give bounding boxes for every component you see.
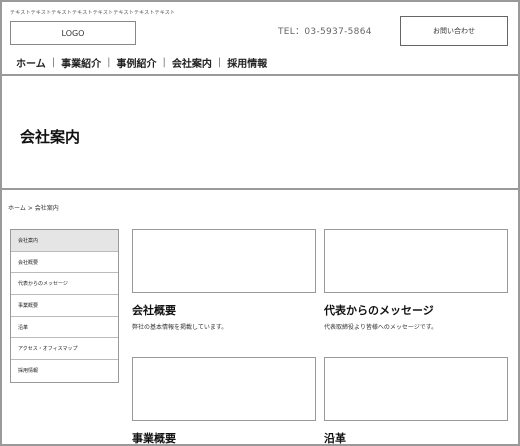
card-title[interactable]: 代表からのメッセージ — [324, 302, 508, 318]
contact-button[interactable]: お問い合わせ — [400, 16, 508, 46]
site-header: テキストテキストテキストテキストテキストテキストテキストテキスト LOGO TE… — [2, 2, 518, 76]
breadcrumb-current: 会社案内 — [34, 205, 59, 212]
sidebar-item-company[interactable]: 会社案内 — [11, 230, 118, 252]
card-description: 代表取締役より皆様へのメッセージです。 — [324, 324, 438, 331]
nav-item-business[interactable]: 事業紹介 — [55, 55, 107, 70]
card-company-overview: 会社概要 弊社の基本情報を掲載しています。 — [132, 229, 316, 333]
breadcrumb-separator: > — [27, 205, 33, 212]
page-title: 会社案内 — [20, 128, 81, 146]
card-president-message: 代表からのメッセージ 代表取締役より皆様へのメッセージです。 — [324, 229, 508, 333]
phone-number: TEL：03-5937-5864 — [278, 27, 372, 37]
breadcrumb-home[interactable]: ホーム — [8, 205, 26, 212]
breadcrumb: ホーム > 会社案内 — [8, 203, 59, 212]
sidebar-item-overview[interactable]: 会社概要 — [11, 252, 118, 274]
card-business-overview: 事業概要 — [132, 357, 316, 446]
sidebar-item-business[interactable]: 事業概要 — [11, 295, 118, 317]
card-image-placeholder[interactable] — [324, 229, 508, 293]
card-title[interactable]: 事業概要 — [132, 430, 316, 446]
nav-item-recruit[interactable]: 採用情報 — [221, 55, 273, 70]
global-nav: ホーム | 事業紹介 | 事例紹介 | 会社案内 | 採用情報 — [16, 54, 273, 70]
sidebar-item-history[interactable]: 沿革 — [11, 317, 118, 339]
card-title[interactable]: 沿革 — [324, 430, 508, 446]
sidebar-item-message[interactable]: 代表からのメッセージ — [11, 273, 118, 296]
card-image-placeholder[interactable] — [324, 357, 508, 421]
card-image-placeholder[interactable] — [132, 229, 316, 293]
sidebar-item-access[interactable]: アクセス・オフィスマップ — [11, 338, 118, 361]
sidebar-item-recruit[interactable]: 採用情報 — [11, 360, 118, 382]
nav-item-home[interactable]: ホーム — [16, 55, 52, 70]
card-history: 沿革 — [324, 357, 508, 446]
header-tagline: テキストテキストテキストテキストテキストテキストテキストテキスト — [10, 10, 176, 16]
site-logo[interactable]: LOGO — [10, 21, 136, 45]
card-title[interactable]: 会社概要 — [132, 302, 316, 318]
page-title-band: 会社案内 — [2, 76, 518, 190]
card-image-placeholder[interactable] — [132, 357, 316, 421]
nav-item-company[interactable]: 会社案内 — [166, 55, 218, 70]
nav-item-cases[interactable]: 事例紹介 — [110, 55, 162, 70]
card-description: 弊社の基本情報を掲載しています。 — [132, 324, 228, 331]
sidebar-menu: 会社案内 会社概要 代表からのメッセージ 事業概要 沿革 アクセス・オフィスマッ… — [10, 229, 119, 383]
